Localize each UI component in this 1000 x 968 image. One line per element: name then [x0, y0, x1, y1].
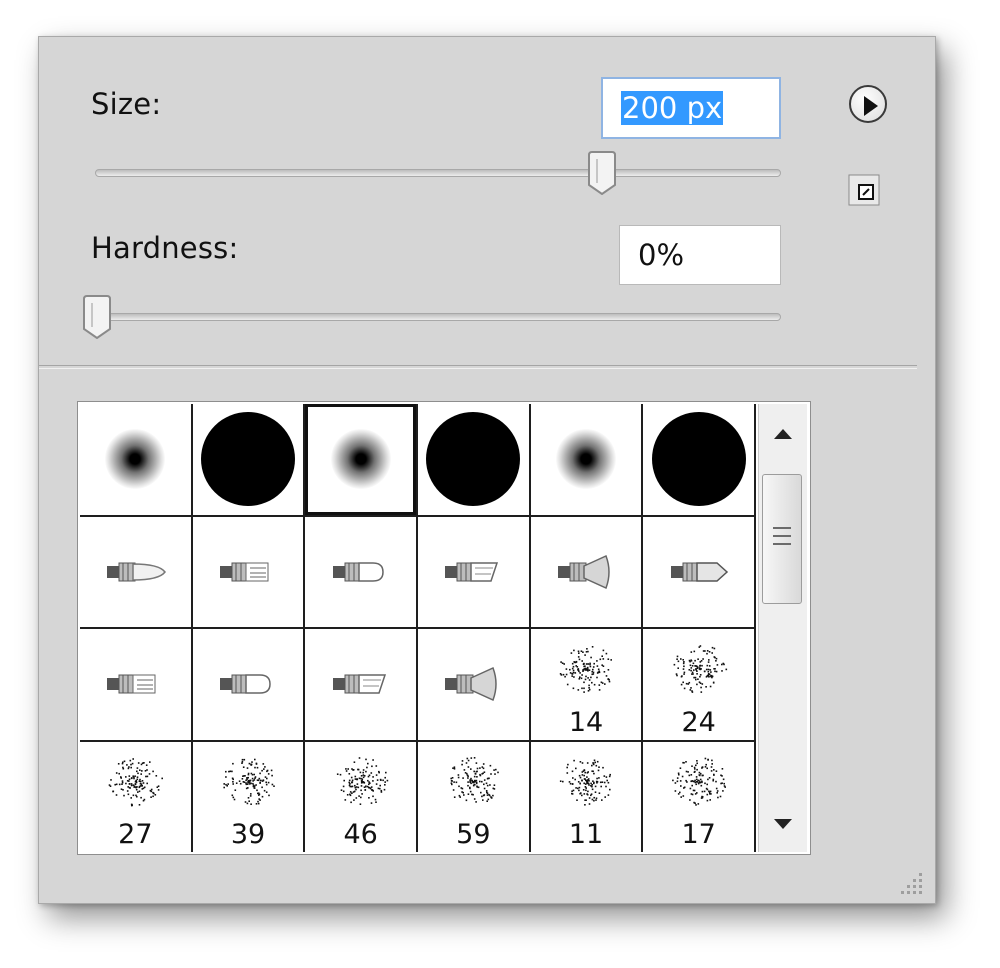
hardness-label: Hardness:: [91, 231, 239, 265]
brush-preset-scatter[interactable]: 24: [643, 629, 754, 740]
brush-preset-bristle-c[interactable]: [192, 629, 304, 740]
brush-tip-icon: [336, 756, 388, 805]
brush-size-label: 59: [456, 819, 491, 850]
brush-preset-scatter[interactable]: 59: [417, 741, 529, 852]
brush-tip-icon: [450, 756, 500, 803]
brush-tip-icon: [559, 646, 612, 694]
brush-size-label: 39: [230, 819, 266, 850]
grip-line: [773, 535, 791, 537]
brush-preset-bristle-e[interactable]: [417, 629, 529, 740]
hardness-input[interactable]: 0%: [619, 225, 781, 285]
preset-scrollbar[interactable]: [758, 404, 807, 852]
brush-size-label: 46: [343, 819, 378, 850]
hardness-slider-thumb[interactable]: [81, 295, 113, 339]
brush-tip-icon: [332, 562, 384, 582]
brush-tip-icon: [105, 429, 166, 490]
play-arrow-circle-icon: [864, 96, 878, 116]
brush-preset-scatter[interactable]: 11: [530, 741, 642, 852]
hardness-slider-track[interactable]: [95, 313, 781, 321]
brush-tip-icon: [673, 645, 727, 694]
brush-preset-bristle-d[interactable]: [305, 629, 416, 740]
brush-preset-scatter[interactable]: 17: [643, 741, 754, 852]
brush-preset-picker-panel: Size: 200 px Hardness: 0% 14 24 27 39 46 59 11…: [38, 36, 936, 904]
scroll-down-icon[interactable]: [773, 818, 793, 830]
brush-tip-icon: [107, 674, 156, 694]
brush-preset-soft[interactable]: [530, 404, 642, 515]
brush-preset-bristle-d[interactable]: [417, 516, 529, 627]
size-input[interactable]: 200 px: [601, 77, 781, 139]
brush-tip-icon: [670, 562, 728, 582]
grip-line: [773, 527, 791, 529]
brush-preset-hard[interactable]: [192, 404, 304, 515]
size-label: Size:: [91, 87, 162, 121]
brush-preset-bristle-b[interactable]: [80, 629, 191, 740]
brush-tip-icon: [200, 412, 295, 507]
brush-tip-icon: [109, 757, 164, 807]
brush-size-label: 27: [118, 819, 153, 850]
brush-size-label: 11: [568, 819, 604, 850]
brush-preset-hard[interactable]: [643, 404, 754, 515]
hardness-value: 0%: [638, 238, 685, 272]
brush-tip-icon: [219, 562, 269, 582]
brush-preset-scatter[interactable]: 46: [305, 741, 416, 852]
size-value: 200 px: [621, 91, 724, 125]
brush-tip-icon: [671, 757, 726, 806]
section-divider: [39, 365, 917, 369]
brush-preset-scatter[interactable]: 14: [530, 629, 642, 740]
brush-preset-bristle-f[interactable]: [643, 516, 754, 627]
size-slider-track[interactable]: [95, 169, 781, 177]
brush-size-label: 24: [681, 706, 716, 738]
brush-preset-bristle-c[interactable]: [305, 516, 416, 627]
brush-preset-bristle-a[interactable]: [80, 516, 191, 627]
resize-grip-icon[interactable]: [899, 869, 925, 895]
brush-preset-bristle-b[interactable]: [192, 516, 304, 627]
new-preset-icon[interactable]: [847, 173, 881, 207]
brush-tip-icon: [223, 758, 275, 805]
brush-tip-icon: [557, 554, 610, 589]
grip-line: [773, 543, 791, 545]
brush-tip-icon: [332, 674, 386, 694]
brush-preset-bristle-e[interactable]: [530, 516, 642, 627]
brush-tip-icon: [426, 412, 521, 507]
brush-preset-hard[interactable]: [417, 404, 529, 515]
brush-tip-icon: [107, 562, 167, 582]
brush-preset-scatter[interactable]: 27: [80, 741, 191, 852]
brush-preset-scatter[interactable]: 39: [192, 741, 304, 852]
size-slider-thumb[interactable]: [586, 151, 618, 195]
preset-list: 14 24 27 39 46 59 11 17: [77, 401, 811, 855]
brush-tip-icon: [445, 562, 499, 582]
brush-tip-icon: [559, 759, 611, 806]
brush-preset-soft[interactable]: [80, 404, 191, 515]
brush-tip-icon: [555, 429, 616, 490]
brush-preset-soft[interactable]: [305, 404, 416, 515]
scroll-up-icon[interactable]: [773, 428, 793, 440]
scroll-thumb[interactable]: [762, 474, 802, 604]
brush-tip-icon: [330, 429, 391, 490]
preset-grid: 14 24 27 39 46 59 11 17: [80, 404, 756, 852]
panel-menu-button[interactable]: [849, 85, 887, 123]
brush-size-label: 14: [568, 706, 604, 738]
brush-tip-icon: [651, 412, 746, 507]
brush-tip-icon: [219, 674, 271, 694]
brush-size-label: 17: [681, 819, 716, 850]
brush-tip-icon: [445, 667, 498, 702]
